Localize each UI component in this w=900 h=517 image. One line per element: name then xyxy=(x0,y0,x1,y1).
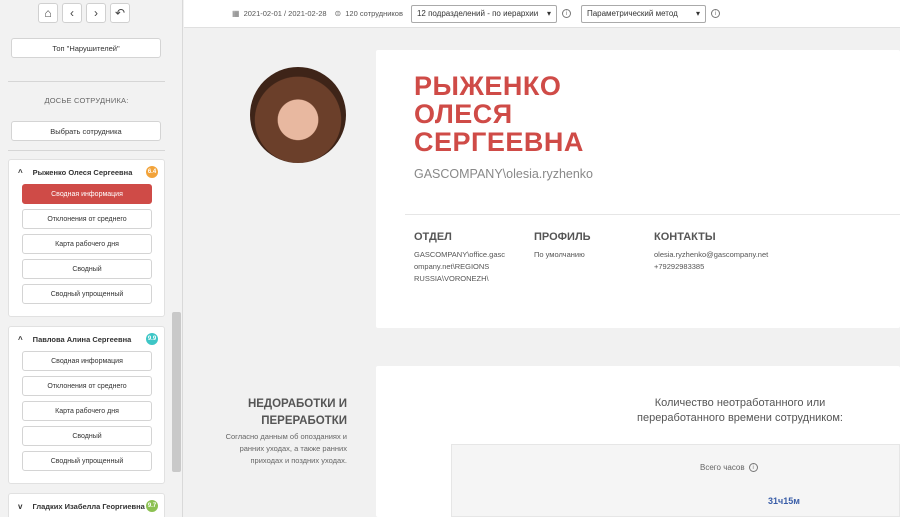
name-line: ОЛЕСЯ xyxy=(414,99,513,129)
workday-map-button[interactable]: Карта рабочего дня xyxy=(22,234,152,254)
department-heading: ОТДЕЛ xyxy=(414,231,452,243)
phone: +79292983385 xyxy=(654,262,705,271)
summary-simplified-button[interactable]: Сводный упрощенный xyxy=(22,284,152,304)
method-select[interactable]: Параметрический метод ▾ xyxy=(580,4,706,23)
divider xyxy=(405,214,900,215)
section-description: Согласно данным об опозданиях и ранних у… xyxy=(225,432,347,465)
departments-select-value: 12 подразделений - по иерархии xyxy=(416,9,539,18)
contacts-heading: КОНТАКТЫ xyxy=(654,231,716,243)
name-line: РЫЖЕНКО xyxy=(414,71,562,101)
contacts-value: olesia.ryzhenko@gascompany.net +79292983… xyxy=(654,249,768,273)
employee-card: ^ Рыженко Олеся Сергеевна 6.4 Сводная ин… xyxy=(8,159,165,317)
sidebar: ⌂ ‹ › ↶ Топ "Нарушителей" ДОСЬЕ СОТРУДНИ… xyxy=(0,0,183,517)
chevron-down-icon: ▾ xyxy=(546,9,551,18)
profile-value: По умолчанию xyxy=(534,250,585,259)
employee-card: ^ Павлова Алина Сергеевна 9.9 Сводная ин… xyxy=(8,326,165,484)
employee-count: 120 сотрудников xyxy=(345,9,403,18)
select-employee-button[interactable]: Выбрать сотрудника xyxy=(11,121,161,141)
info-icon[interactable]: i xyxy=(561,9,571,18)
topbar: ▦ 2021-02-01 / 2021-02-28 ⊜ 120 сотрудни… xyxy=(184,0,900,28)
date-range[interactable]: 2021-02-01 / 2021-02-28 xyxy=(244,9,327,18)
employee-header[interactable]: v Гладких Изабелла Георгиевна 9.7 xyxy=(9,494,164,517)
home-icon[interactable]: ⌂ xyxy=(38,3,58,23)
employee-card: v Гладких Изабелла Георгиевна 9.7 xyxy=(8,493,165,517)
dossier-label: ДОСЬЕ СОТРУДНИКА: xyxy=(44,96,129,105)
employee-header[interactable]: ^ Рыженко Олеся Сергеевна 6.4 xyxy=(9,160,164,184)
workday-map-button[interactable]: Карта рабочего дня xyxy=(22,401,152,421)
method-select-value: Параметрический метод xyxy=(586,9,678,18)
score-badge: 6.4 xyxy=(146,166,158,178)
employee-header[interactable]: ^ Павлова Алина Сергеевна 9.9 xyxy=(9,327,164,351)
chart-area xyxy=(451,444,900,517)
summary-button[interactable]: Сводный xyxy=(22,426,152,446)
divider xyxy=(8,81,165,82)
name-line: СЕРГЕЕВНА xyxy=(414,127,584,157)
summary-simplified-button[interactable]: Сводный упрощенный xyxy=(22,451,152,471)
info-icon[interactable]: i xyxy=(748,463,758,472)
forward-icon[interactable]: › xyxy=(86,3,106,23)
sidebar-scrollbar[interactable] xyxy=(172,312,181,472)
chevron-up-icon[interactable]: ^ xyxy=(18,168,23,177)
employee-full-name: РЫЖЕНКО ОЛЕСЯ СЕРГЕЕВНА xyxy=(414,72,584,156)
department-value: GASCOMPANY\office.gasc ompany.net\REGION… xyxy=(414,250,506,283)
score-badge: 9.7 xyxy=(146,500,158,512)
summary-info-button[interactable]: Сводная информация xyxy=(22,184,152,204)
chevron-down-icon[interactable]: v xyxy=(18,502,22,511)
departments-select[interactable]: 12 подразделений - по иерархии ▾ xyxy=(410,4,557,23)
employee-name: Рыженко Олеся Сергеевна xyxy=(32,167,133,177)
email[interactable]: olesia.ryzhenko@gascompany.net xyxy=(654,249,768,261)
top-violators-button[interactable]: Топ "Нарушителей" xyxy=(11,38,161,58)
employee-name: Гладких Изабелла Георгиевна xyxy=(32,501,145,511)
summary-info-button[interactable]: Сводная информация xyxy=(22,351,152,371)
employee-login: GASCOMPANY\olesia.ryzhenko xyxy=(414,167,593,181)
nav-toolbar: ⌂ ‹ › ↶ xyxy=(38,3,130,23)
chart-title: Количество неотработанного или переработ… xyxy=(637,397,843,424)
divider xyxy=(8,150,165,151)
calendar-icon: ▦ xyxy=(232,9,240,18)
chevron-down-icon: ▾ xyxy=(695,9,700,18)
info-icon[interactable]: i xyxy=(710,9,720,18)
profile-heading: ПРОФИЛЬ xyxy=(534,231,591,243)
employee-name: Павлова Алина Сергеевна xyxy=(32,334,132,344)
deviations-button[interactable]: Отклонения от среднего xyxy=(22,209,152,229)
score-badge: 9.9 xyxy=(146,333,158,345)
chart-value-label: 31ч15м xyxy=(768,496,800,506)
summary-button[interactable]: Сводный xyxy=(22,259,152,279)
undo-icon[interactable]: ↶ xyxy=(110,3,130,23)
employee-avatar xyxy=(250,67,346,163)
deviations-button[interactable]: Отклонения от среднего xyxy=(22,376,152,396)
section-title: НЕДОРАБОТКИ И ПЕРЕРАБОТКИ xyxy=(247,398,347,427)
chevron-up-icon[interactable]: ^ xyxy=(18,335,23,344)
back-icon[interactable]: ‹ xyxy=(62,3,82,23)
user-icon: ⊜ xyxy=(334,9,342,18)
chart-subtitle: Всего часов i xyxy=(700,463,758,472)
